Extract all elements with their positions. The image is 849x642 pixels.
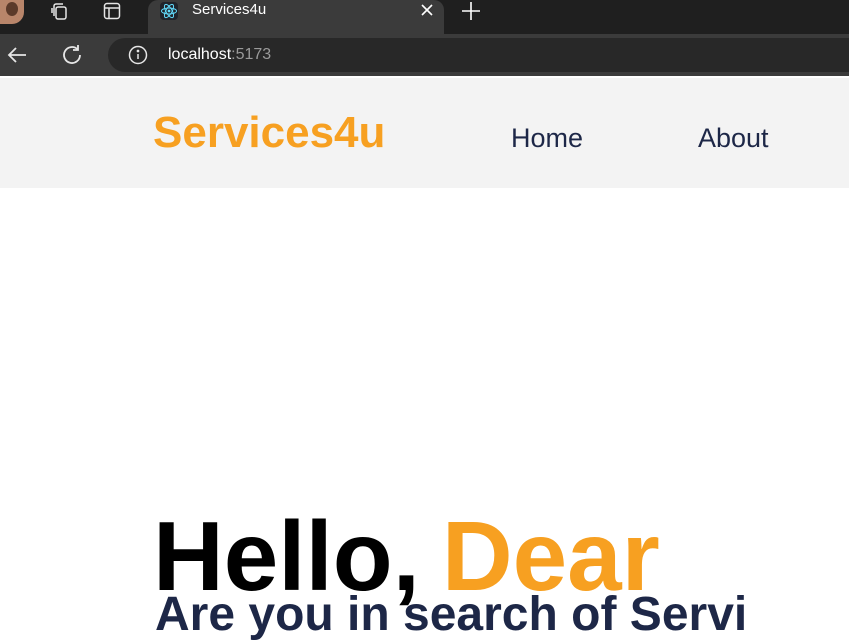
reload-icon[interactable] — [59, 42, 85, 68]
url-host: localhost — [168, 46, 232, 63]
back-arrow-icon[interactable] — [4, 42, 30, 68]
react-icon — [160, 2, 178, 20]
collections-icon[interactable] — [50, 2, 68, 20]
info-icon[interactable] — [128, 45, 148, 65]
browser-toolbar: localhost:5173 — [0, 34, 849, 76]
address-bar[interactable]: localhost:5173 — [108, 38, 849, 72]
profile-avatar[interactable] — [0, 0, 24, 24]
nav-link-home[interactable]: Home — [511, 122, 583, 154]
nav-link-about[interactable]: About — [698, 122, 769, 154]
brand-logo[interactable]: Services4u — [153, 108, 385, 158]
plus-icon[interactable] — [460, 0, 482, 22]
tab-services4u[interactable]: Services4u — [148, 0, 444, 34]
url-text: localhost:5173 — [168, 46, 271, 64]
hero-subtitle: Are you in search of Servi — [155, 587, 748, 641]
tab-title: Services4u — [192, 1, 267, 18]
close-icon[interactable] — [418, 1, 436, 19]
url-port: :5173 — [231, 46, 272, 63]
site-header: Services4u Home About — [0, 78, 849, 188]
tab-actions-icon[interactable] — [103, 2, 121, 20]
browser-tab-strip: Services4u — [0, 0, 849, 34]
